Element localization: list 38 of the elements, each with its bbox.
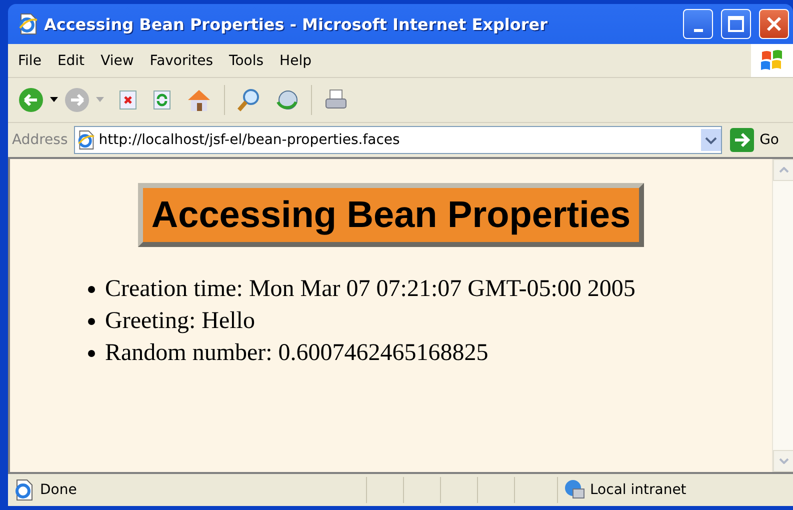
window-title: Accessing Bean Properties - Microsoft Internet Explorer [44,14,549,34]
refresh-icon[interactable] [152,89,172,111]
list-item: Greeting: Hello [105,307,255,336]
browser-page-icon [76,130,95,150]
close-button[interactable] [759,9,789,39]
list-item: Random number: 0.6007462465168825 [105,339,488,368]
network-icon [564,479,586,501]
browser-page-icon [18,13,38,35]
page-icon [14,479,34,501]
maximize-button[interactable] [721,9,751,39]
bullet-icon [88,350,95,356]
page-heading: Accessing Bean Properties [138,183,644,247]
menu-item[interactable]: View [92,52,142,68]
stop-icon[interactable] [118,89,138,111]
list-item: Creation time: Mon Mar 07 07:21:07 GMT-05:00 2005 [105,275,636,304]
minimize-button[interactable] [683,9,713,39]
caret-icon[interactable] [50,97,58,103]
back-icon[interactable] [18,87,44,113]
search-icon[interactable] [237,88,261,112]
menu-item[interactable]: Edit [49,52,93,68]
dropdown-icon[interactable] [700,129,721,151]
globe-icon[interactable] [275,88,299,112]
bullet-icon [88,286,95,292]
address-field[interactable]: http://localhost/jsf-el/bean-properties.faces [74,126,722,154]
menu-item[interactable]: Favorites [142,52,222,68]
menu-item[interactable]: Tools [221,52,272,68]
status-text: Done [40,482,78,498]
zone-label: Local intranet [590,482,688,498]
windows-logo [751,44,793,77]
minimize-icon [694,28,702,32]
close-icon [766,16,782,32]
menu-item[interactable]: File [10,52,50,68]
menu-item[interactable]: Help [272,52,320,68]
address-label: Address [12,132,68,148]
go-button[interactable]: Go [728,128,793,152]
bullet-icon [88,318,95,324]
home-icon[interactable] [186,88,212,112]
maximize-icon [728,16,744,32]
